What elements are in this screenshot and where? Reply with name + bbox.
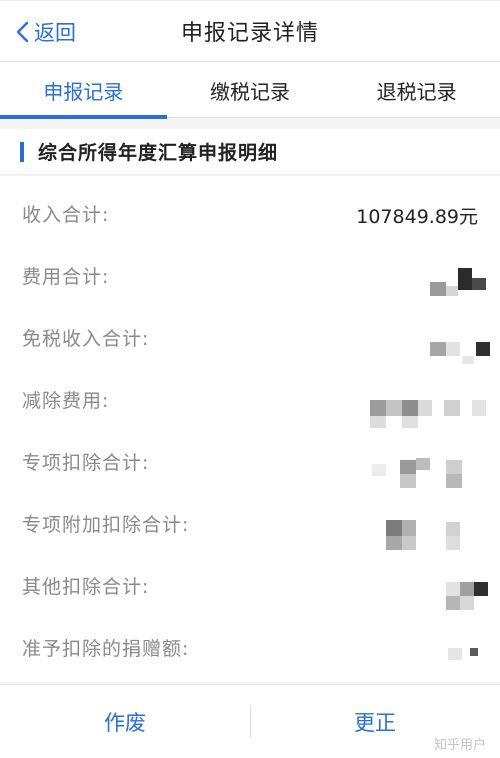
row-label: 专项扣除合计:	[22, 452, 150, 474]
tab-bar: 申报记录 缴税记录 退税记录	[0, 62, 500, 119]
row-label: 收入合计:	[22, 204, 110, 226]
page-title: 申报记录详情	[180, 21, 319, 46]
row-label: 费用合计:	[22, 266, 110, 288]
detail-row-total-income: 收入合计: 107849.89元	[0, 176, 500, 238]
detail-row-other-deduction: 其他扣除合计:	[0, 548, 500, 610]
section-header: 综合所得年度汇算申报明细	[0, 129, 500, 175]
row-label: 专项附加扣除合计:	[22, 514, 190, 536]
row-label: 减除费用:	[22, 390, 110, 412]
nav-bar: 返回 申报记录详情	[0, 0, 500, 62]
void-button[interactable]: 作废	[0, 685, 250, 758]
section-accent-bar	[20, 141, 24, 162]
tab-declaration-records[interactable]: 申报记录	[0, 62, 167, 119]
action-bar: 作废 更正 知乎用户	[0, 684, 500, 758]
detail-row-tax-free-income: 免税收入合计:	[0, 300, 500, 364]
watermark: 知乎用户	[433, 738, 486, 753]
detail-row-special-deduction: 专项扣除合计:	[0, 424, 500, 488]
row-label: 其他扣除合计:	[22, 576, 150, 598]
detail-row-donation-deduction: 准予扣除的捐赠额:	[0, 610, 500, 672]
detail-list: 收入合计: 107849.89元 费用合计: 免税收入合计: 减除费用: 专项扣…	[0, 176, 500, 682]
row-label: 免税收入合计:	[22, 328, 150, 350]
detail-row-basic-deduction: 减除费用:	[0, 362, 500, 428]
tab-tax-payment-records[interactable]: 缴税记录	[167, 62, 334, 118]
row-label: 准予扣除的捐赠额:	[22, 638, 190, 660]
detail-row-special-additional-deduction: 专项附加扣除合计:	[0, 486, 500, 550]
tab-tax-refund-records[interactable]: 退税记录	[333, 62, 500, 118]
detail-row-total-expenses: 费用合计:	[0, 238, 500, 300]
row-value: 107849.89元	[356, 206, 478, 228]
section-title: 综合所得年度汇算申报明细	[38, 142, 279, 164]
